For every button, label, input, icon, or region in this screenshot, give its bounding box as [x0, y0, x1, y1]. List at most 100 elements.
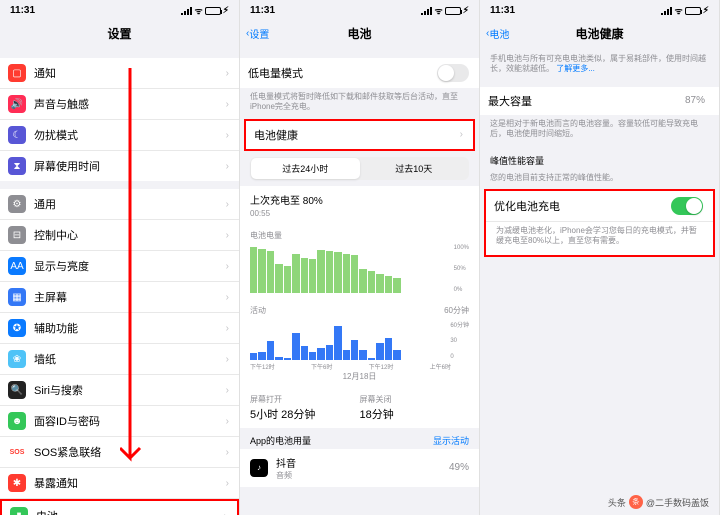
- row-label: Siri与搜索: [34, 382, 226, 398]
- row-label: 辅助功能: [34, 320, 226, 336]
- page-title: 电池: [347, 25, 371, 42]
- settings-row[interactable]: 🔍 Siri与搜索›: [0, 375, 239, 406]
- low-power-footer: 低电量模式将暂时降低如下载和邮件获取等后台活动，直至iPhone完全充电。: [240, 88, 479, 117]
- row-icon: ☾: [8, 126, 26, 144]
- seg-24h[interactable]: 过去24小时: [251, 158, 360, 179]
- nav-bar: ‹ 设置 电池: [240, 21, 479, 50]
- settings-row[interactable]: SOS SOS紧急联络›: [0, 437, 239, 468]
- row-icon: ⧗: [8, 157, 26, 175]
- low-power-row[interactable]: 低电量模式: [240, 58, 479, 88]
- optimize-charging-row[interactable]: 优化电池充电: [486, 191, 713, 222]
- battery-panel: 11:31 ᯤ⚡︎ ‹ 设置 电池 低电量模式 低电量模式将暂时降低如下载和邮件…: [240, 0, 480, 515]
- row-label: 勿扰模式: [34, 127, 226, 143]
- peak-perf-footer: 您的电池目前支持正常的峰值性能。: [480, 169, 719, 187]
- page-title: 电池健康: [575, 25, 623, 42]
- row-icon: 🔍: [8, 381, 26, 399]
- chevron-right-icon: ›: [460, 129, 463, 140]
- row-icon: ☻: [8, 412, 26, 430]
- row-label: 屏幕使用时间: [34, 158, 226, 174]
- row-icon: ▦: [8, 288, 26, 306]
- chevron-right-icon: ›: [226, 161, 229, 172]
- learn-more-link[interactable]: 了解更多...: [556, 64, 595, 73]
- row-icon: ▢: [8, 64, 26, 82]
- row-label: 电池: [36, 508, 224, 515]
- settings-row[interactable]: ☻ 面容ID与密码›: [0, 406, 239, 437]
- status-bar: 11:31 ᯤ⚡︎: [480, 0, 719, 21]
- row-icon: SOS: [8, 443, 26, 461]
- row-label: 通知: [34, 65, 226, 81]
- chevron-right-icon: ›: [226, 99, 229, 110]
- battery-health-panel: 11:31 ᯤ⚡︎ ‹ 电池 电池健康 手机电池与所有可充电电池类似，属于易耗部…: [480, 0, 720, 515]
- nav-bar: 设置: [0, 21, 239, 50]
- chevron-right-icon: ›: [224, 511, 227, 515]
- low-power-toggle[interactable]: [437, 64, 469, 82]
- chevron-right-icon: ›: [226, 292, 229, 303]
- status-right: ᯤ ⚡︎: [181, 4, 229, 17]
- status-time: 11:31: [250, 5, 275, 16]
- settings-row[interactable]: ⊟控制中心›: [0, 220, 239, 251]
- chevron-right-icon: ›: [226, 130, 229, 141]
- row-icon: ✪: [8, 319, 26, 337]
- settings-row[interactable]: ▢ 通知›: [0, 58, 239, 89]
- row-label: 面容ID与密码: [34, 413, 226, 429]
- chevron-right-icon: ›: [226, 261, 229, 272]
- chevron-right-icon: ›: [226, 230, 229, 241]
- chevron-right-icon: ›: [226, 416, 229, 427]
- attribution-icon: 条: [629, 495, 643, 509]
- row-icon: AA: [8, 257, 26, 275]
- activity-chart: 活动60分钟 60分钟300 下午12时下午6时下午12时上午6时 12月18日: [240, 299, 479, 388]
- row-icon: ✱: [8, 474, 26, 492]
- battery-health-content[interactable]: 手机电池与所有可充电电池类似，属于易耗部件，使用时间越长，效能就越低。 了解更多…: [480, 50, 719, 515]
- row-label: 暴露通知: [34, 475, 226, 491]
- settings-row[interactable]: ▮ 电池›: [0, 499, 239, 515]
- peak-perf-header: 峰值性能容量: [480, 144, 719, 169]
- app-icon-douyin: ♪: [250, 459, 268, 477]
- chevron-right-icon: ›: [226, 68, 229, 79]
- optimize-toggle[interactable]: [671, 197, 703, 215]
- status-time: 11:31: [10, 5, 35, 16]
- row-icon: ⚙: [8, 195, 26, 213]
- row-label: 主屏幕: [34, 289, 226, 305]
- back-button[interactable]: ‹ 设置: [246, 26, 269, 41]
- settings-row[interactable]: ✱ 暴露通知›: [0, 468, 239, 499]
- settings-row[interactable]: ▦ 主屏幕›: [0, 282, 239, 313]
- row-icon: 🔊: [8, 95, 26, 113]
- seg-10d[interactable]: 过去10天: [360, 158, 469, 179]
- chevron-right-icon: ›: [226, 323, 229, 334]
- row-label: 墙纸: [34, 351, 226, 367]
- settings-list[interactable]: ▢通知›🔊声音与触感›☾勿扰模式›⧗屏幕使用时间›⚙通用›⊟控制中心›AA显示与…: [0, 50, 239, 515]
- time-range-segment[interactable]: 过去24小时 过去10天: [250, 157, 469, 180]
- chevron-right-icon: ›: [226, 199, 229, 210]
- app-row[interactable]: ♪ 抖音 音频 49%: [240, 449, 479, 487]
- chevron-right-icon: ›: [226, 385, 229, 396]
- app-usage-header: App的电池用量 显示活动: [240, 428, 479, 449]
- settings-row[interactable]: ❀墙纸›: [0, 344, 239, 375]
- settings-row[interactable]: 🔊声音与触感›: [0, 89, 239, 120]
- status-bar: 11:31 ᯤ⚡︎: [240, 0, 479, 21]
- battery-content[interactable]: 低电量模式 低电量模式将暂时降低如下载和邮件获取等后台活动，直至iPhone完全…: [240, 50, 479, 515]
- settings-row[interactable]: ⧗ 屏幕使用时间›: [0, 151, 239, 181]
- row-label: 通用: [34, 196, 226, 212]
- row-icon: ⊟: [8, 226, 26, 244]
- row-label: 显示与亮度: [34, 258, 226, 274]
- chevron-right-icon: ›: [226, 447, 229, 458]
- settings-row[interactable]: AA 显示与亮度›: [0, 251, 239, 282]
- status-time: 11:31: [490, 5, 515, 16]
- settings-row[interactable]: ⚙ 通用›: [0, 189, 239, 220]
- chevron-right-icon: ›: [226, 478, 229, 489]
- max-capacity-row: 最大容量 87%: [480, 87, 719, 115]
- battery-level-chart: 电池电量 100%50%0%: [240, 224, 479, 299]
- back-button[interactable]: ‹ 电池: [486, 26, 509, 41]
- settings-row[interactable]: ☾ 勿扰模式›: [0, 120, 239, 151]
- show-activity-link[interactable]: 显示活动: [433, 434, 469, 447]
- chevron-right-icon: ›: [226, 354, 229, 365]
- settings-row[interactable]: ✪ 辅助功能›: [0, 313, 239, 344]
- row-icon: ▮: [10, 507, 28, 515]
- settings-panel: 11:31 ᯤ ⚡︎ 设置 ▢通知›🔊声音与触感›☾勿扰模式›⧗屏幕使用时间›⚙…: [0, 0, 240, 515]
- attribution: 头条 条 @二手数码盖饭: [608, 495, 709, 509]
- nav-bar: ‹ 电池 电池健康: [480, 21, 719, 50]
- status-bar: 11:31 ᯤ ⚡︎: [0, 0, 239, 21]
- battery-health-row[interactable]: 电池健康 ›: [246, 121, 473, 149]
- row-label: SOS紧急联络: [34, 444, 226, 460]
- page-title: 设置: [107, 25, 131, 42]
